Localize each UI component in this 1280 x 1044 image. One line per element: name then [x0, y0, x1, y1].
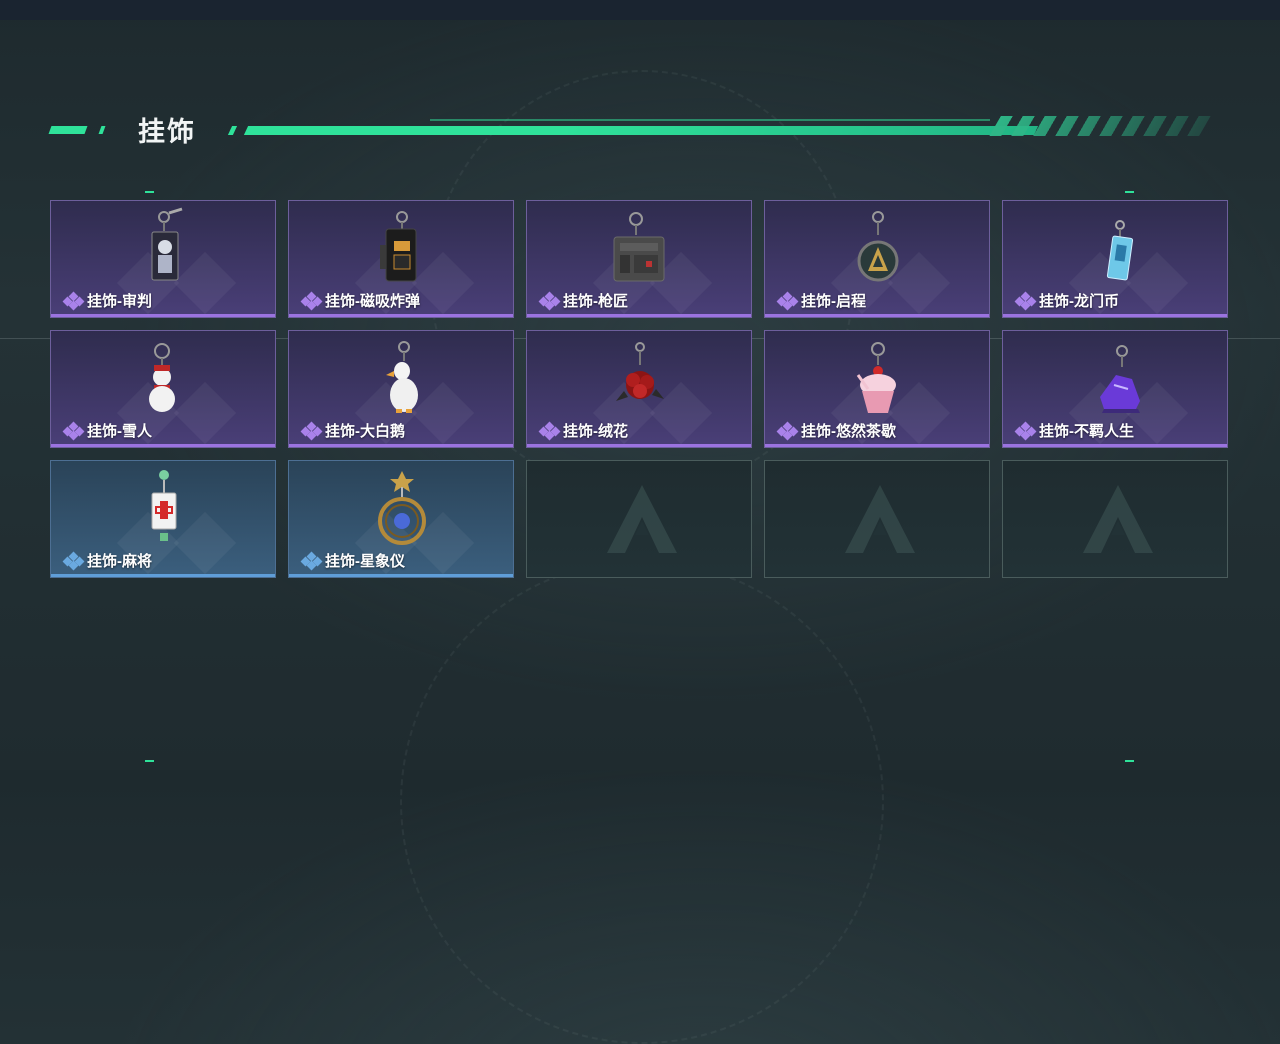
corner-tick [145, 191, 154, 193]
game-logo-icon [607, 485, 677, 553]
empty-slot [764, 460, 990, 578]
header-accent-bar [98, 126, 106, 134]
empty-slot [526, 460, 752, 578]
corner-tick [145, 760, 154, 762]
top-bar [0, 0, 1280, 20]
charm-name: 挂饰-不羁人生 [1039, 423, 1134, 440]
corner-tick [1125, 760, 1134, 762]
charm-name: 挂饰-审判 [87, 293, 152, 310]
rarity-diamond-icon [1014, 421, 1037, 440]
rarity-diamond-icon [538, 421, 561, 440]
dragon-gate-coin-charm-icon [1106, 220, 1134, 281]
game-logo-icon [845, 485, 915, 553]
charm-card[interactable]: 挂饰-不羁人生 [1002, 330, 1228, 448]
charm-name: 挂饰-龙门币 [1039, 293, 1119, 310]
header-accent-bar [48, 126, 88, 134]
gunsmith-charm-icon [613, 212, 665, 282]
rarity-diamond-icon [300, 421, 323, 440]
snowman-charm-icon [149, 343, 175, 412]
charm-name: 挂饰-悠然茶歇 [801, 423, 896, 440]
rarity-diamond-icon [62, 291, 85, 310]
charm-card[interactable]: 挂饰-雪人 [50, 330, 276, 448]
cupcake-charm-icon [856, 342, 896, 413]
section-title: 挂饰 [138, 117, 196, 147]
white-goose-charm-icon [386, 341, 418, 413]
background-ring [400, 560, 884, 1044]
section-header: 挂饰 [48, 108, 1211, 148]
charm-name: 挂饰-枪匠 [563, 293, 628, 310]
charm-card[interactable]: 挂饰-麻将 [50, 460, 276, 578]
charm-card[interactable]: 挂饰-审判 [50, 200, 276, 318]
game-logo-icon [1083, 485, 1153, 553]
mahjong-tile-charm-icon [151, 470, 177, 541]
velvet-flower-charm-icon [616, 342, 664, 401]
charm-name: 挂饰-麻将 [87, 553, 152, 570]
charm-name: 挂饰-星象仪 [325, 553, 405, 570]
sneaker-charm-icon [1100, 345, 1140, 413]
header-accent-line [243, 126, 1039, 135]
rarity-diamond-icon [1014, 291, 1037, 310]
header-thin-line [430, 119, 990, 121]
charm-card[interactable]: 挂饰-大白鹅 [288, 330, 514, 448]
rarity-diamond-icon [300, 291, 323, 310]
rarity-diamond-icon [62, 551, 85, 570]
rarity-diamond-icon [776, 291, 799, 310]
empty-slot [1002, 460, 1228, 578]
charm-card[interactable]: 挂饰-磁吸炸弹 [288, 200, 514, 318]
rarity-diamond-icon [538, 291, 561, 310]
header-accent-bar [227, 126, 238, 135]
charm-card[interactable]: 挂饰-星象仪 [288, 460, 514, 578]
charm-name: 挂饰-磁吸炸弹 [325, 293, 420, 310]
charm-card[interactable]: 挂饰-龙门币 [1002, 200, 1228, 318]
charm-name: 挂饰-绒花 [563, 423, 628, 440]
charm-card[interactable]: 挂饰-启程 [764, 200, 990, 318]
rarity-diamond-icon [776, 421, 799, 440]
charm-name: 挂饰-启程 [801, 293, 866, 310]
charm-card[interactable]: 挂饰-枪匠 [526, 200, 752, 318]
magnetic-bomb-charm-icon [380, 211, 417, 282]
charm-name: 挂饰-雪人 [87, 423, 152, 440]
medal-charm-icon [857, 211, 899, 282]
astrolabe-charm-icon [378, 471, 426, 545]
header-checker-pattern [989, 116, 1211, 136]
card-charm-icon [151, 207, 183, 281]
charm-name: 挂饰-大白鹅 [325, 423, 405, 440]
charm-card[interactable]: 挂饰-绒花 [526, 330, 752, 448]
rarity-diamond-icon [62, 421, 85, 440]
rarity-diamond-icon [300, 551, 323, 570]
charm-card[interactable]: 挂饰-悠然茶歇 [764, 330, 990, 448]
corner-tick [1125, 191, 1134, 193]
